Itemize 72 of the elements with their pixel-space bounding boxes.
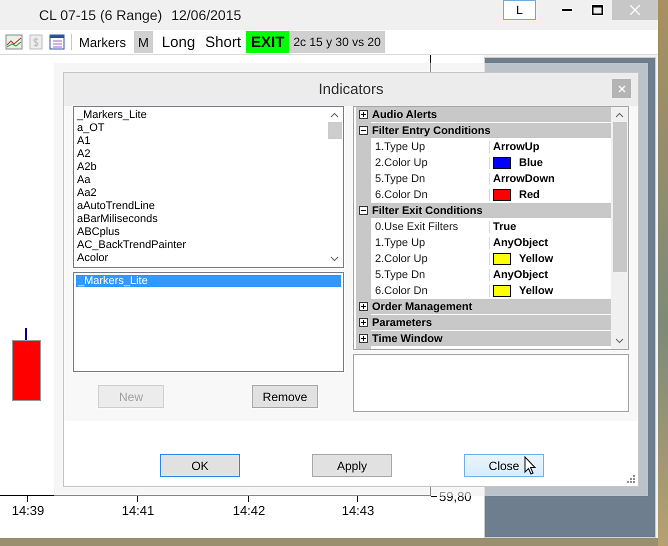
list-item[interactable]: aAutoTrendLine [77,200,326,213]
list-item[interactable]: A2b [77,161,326,174]
dialog-button[interactable]: OK [160,454,240,477]
list-item[interactable]: a_OT [77,122,326,135]
price-candle [12,340,41,401]
close-icon [630,5,640,15]
property-name: 1.Type Up [371,236,490,248]
property-value[interactable]: Red [490,188,611,200]
mouse-cursor-icon [524,456,538,476]
l-button[interactable]: L [503,0,536,20]
list-item[interactable]: Aa [77,174,326,187]
minimize-icon [562,9,572,11]
list-item[interactable]: Acolor [77,252,326,265]
toolbar-button[interactable]: 2c 15 y 30 vs 20 [289,31,385,53]
window-title: CL 07-15 (6 Range) [39,7,162,23]
expand-icon[interactable] [359,318,368,327]
property-name: 1.Type Up [371,140,490,152]
scroll-up-icon[interactable] [330,112,339,118]
list-button[interactable]: Remove [252,385,318,408]
close-icon [618,84,626,92]
property-name: 2.Color Up [371,252,490,264]
collapse-icon[interactable] [359,126,368,135]
list-item[interactable]: A1 [77,135,326,148]
toolbar-button[interactable]: M [134,31,153,53]
toolbar-button[interactable]: Short [200,31,246,53]
property-value[interactable]: Yellow [490,284,611,296]
time-label: 14:41 [120,503,156,518]
property-value[interactable]: True [490,220,611,232]
window-date: 12/06/2015 [171,7,242,23]
scroll-thumb[interactable] [328,122,342,139]
table-icon[interactable] [49,34,65,50]
time-label: 14:43 [340,503,376,518]
line-chart-icon[interactable] [5,34,23,50]
property-value[interactable]: Yellow [490,252,611,264]
property-value[interactable]: ArrowDown [490,172,611,184]
property-name: 0.Use Exit Filters [371,220,490,232]
list-item[interactable]: AC_BackTrendPainter [77,239,326,252]
price-label: 59,80 [439,489,472,504]
property-name: 5.Type Dn [371,268,490,280]
list-item[interactable]: ABCplus [77,226,326,239]
toolbar-button[interactable]: Long [156,31,200,53]
list-item[interactable]: A2 [77,148,326,161]
expand-icon[interactable] [359,334,368,343]
candle-wick [25,328,27,340]
dialog-button[interactable]: Apply [312,454,392,477]
list-item[interactable]: _Markers_Lite [77,109,326,122]
scroll-up-icon[interactable] [615,112,624,118]
property-value[interactable]: AnyObject [490,268,611,280]
dialog-title: Indicators [318,81,384,98]
property-name: 2.Color Up [371,156,490,168]
maximize-icon [592,5,602,15]
category-label[interactable]: Parameters [372,316,432,328]
scroll-down-icon[interactable] [615,338,624,344]
property-name: 6.Color Dn [371,284,490,296]
expand-icon[interactable] [359,302,368,311]
scroll-thumb[interactable] [612,122,626,272]
toolbar-button[interactable]: Markers [75,31,130,53]
list-item[interactable]: Aa2 [77,187,326,200]
property-name: 5.Type Dn [371,172,490,184]
time-label: 14:39 [10,503,46,518]
property-name: 6.Color Dn [371,188,490,200]
collapse-icon[interactable] [359,206,368,215]
toolbar-button[interactable]: EXIT [246,31,290,53]
property-value[interactable]: ArrowUp [490,140,611,152]
property-value[interactable]: Blue [490,156,611,168]
property-value[interactable]: AnyObject [490,236,611,248]
list-item[interactable]: aBarMiliseconds [77,213,326,226]
expand-icon[interactable] [359,110,368,119]
dialog-button[interactable]: Close [464,454,544,477]
time-label: 14:42 [232,503,266,518]
scroll-down-icon[interactable] [330,256,339,262]
resize-grip-icon[interactable] [627,475,635,483]
